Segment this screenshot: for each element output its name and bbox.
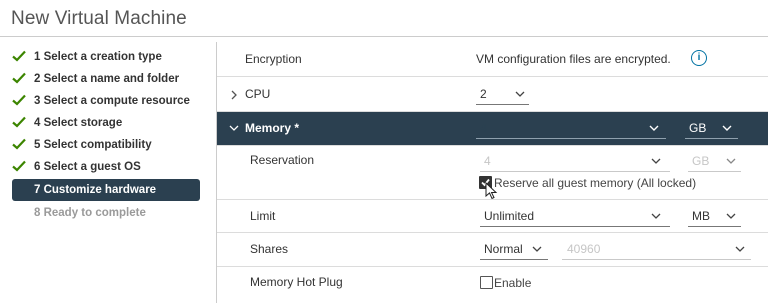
step-label: 3 Select a compute resource: [34, 95, 190, 107]
chevron-down-icon[interactable]: [532, 246, 542, 252]
title-divider: [0, 36, 768, 37]
step-3[interactable]: 3 Select a compute resource: [12, 90, 200, 112]
shares-value-underline: [562, 259, 751, 260]
checkmark-icon: [12, 94, 28, 108]
hot-plug-enable-label[interactable]: Enable: [494, 276, 531, 290]
step-4[interactable]: 4 Select storage: [12, 112, 200, 134]
memory-row[interactable]: Memory * 4 GB: [217, 112, 768, 146]
step-label: 7 Customize hardware: [34, 184, 157, 196]
shares-level-select[interactable]: Normal: [484, 242, 523, 256]
reservation-row: Reservation 4 GB Reserve all guest memor…: [217, 146, 768, 200]
chevron-down-icon[interactable]: [651, 158, 661, 164]
shares-level-underline: [480, 259, 548, 260]
step-label: 1 Select a creation type: [34, 51, 162, 63]
cpu-row[interactable]: CPU 2: [217, 77, 768, 112]
reservation-input[interactable]: 4: [484, 154, 491, 168]
step-label: 2 Select a name and folder: [34, 73, 180, 85]
step-8[interactable]: 8 Ready to complete: [12, 202, 200, 224]
window-title: New Virtual Machine: [11, 8, 187, 29]
shares-row: Shares Normal 40960: [217, 233, 768, 267]
memory-input-underline: [476, 138, 666, 139]
chevron-down-icon[interactable]: [722, 125, 732, 131]
memory-label: Memory *: [245, 121, 300, 135]
checkmark-icon: [12, 50, 28, 64]
reservation-unit-underline: [688, 171, 741, 172]
step-label: 6 Select a guest OS: [34, 161, 141, 173]
chevron-down-icon[interactable]: [651, 213, 661, 219]
shares-label: Shares: [250, 242, 289, 256]
step-5[interactable]: 5 Select compatibility: [12, 134, 200, 156]
chevron-right-icon[interactable]: [230, 90, 240, 100]
limit-input-underline: [480, 226, 670, 227]
limit-label: Limit: [250, 209, 276, 223]
chevron-down-icon[interactable]: [649, 125, 659, 131]
hot-plug-row: Memory Hot Plug Enable: [217, 267, 768, 302]
hot-plug-label: Memory Hot Plug: [250, 275, 343, 289]
step-label: 5 Select compatibility: [34, 139, 152, 151]
encryption-value: VM configuration files are encrypted.: [476, 52, 671, 66]
chevron-down-icon[interactable]: [726, 158, 736, 164]
checkmark-icon: [12, 72, 28, 86]
limit-row: Limit Unlimited MB: [217, 200, 768, 233]
step-2[interactable]: 2 Select a name and folder: [12, 68, 200, 90]
cpu-select-underline: [476, 104, 529, 105]
cpu-select[interactable]: 2: [480, 87, 487, 101]
checkmark-icon: [12, 160, 28, 174]
encryption-label: Encryption: [245, 52, 302, 66]
hot-plug-checkbox[interactable]: [480, 276, 493, 289]
limit-unit-underline: [688, 226, 741, 227]
step-7[interactable]: 7 Customize hardware: [12, 179, 200, 201]
step-6[interactable]: 6 Select a guest OS: [12, 156, 200, 178]
step-label: 8 Ready to complete: [34, 207, 146, 219]
chevron-down-icon[interactable]: [229, 125, 239, 131]
memory-unit-underline: [685, 138, 738, 139]
limit-input[interactable]: Unlimited: [484, 209, 534, 223]
cpu-label: CPU: [245, 87, 271, 101]
checkmark-icon: [12, 138, 28, 152]
reserve-all-label[interactable]: Reserve all guest memory (All locked): [494, 176, 696, 190]
chevron-down-icon[interactable]: [726, 213, 736, 219]
memory-input[interactable]: 4: [480, 121, 487, 135]
reservation-unit-select[interactable]: GB: [692, 154, 709, 168]
encryption-row: Encryption VM configuration files are en…: [217, 42, 768, 77]
info-icon[interactable]: i: [691, 50, 707, 66]
chevron-down-icon[interactable]: [735, 246, 745, 252]
shares-value-input[interactable]: 40960: [567, 242, 600, 256]
checkmark-icon: [12, 116, 28, 130]
limit-unit-select[interactable]: MB: [692, 209, 710, 223]
memory-unit-select[interactable]: GB: [689, 121, 706, 135]
step-label: 4 Select storage: [34, 117, 123, 129]
reservation-input-underline: [480, 171, 670, 172]
chevron-down-icon[interactable]: [515, 91, 525, 97]
step-1[interactable]: 1 Select a creation type: [12, 46, 200, 68]
reservation-label: Reservation: [250, 153, 315, 167]
